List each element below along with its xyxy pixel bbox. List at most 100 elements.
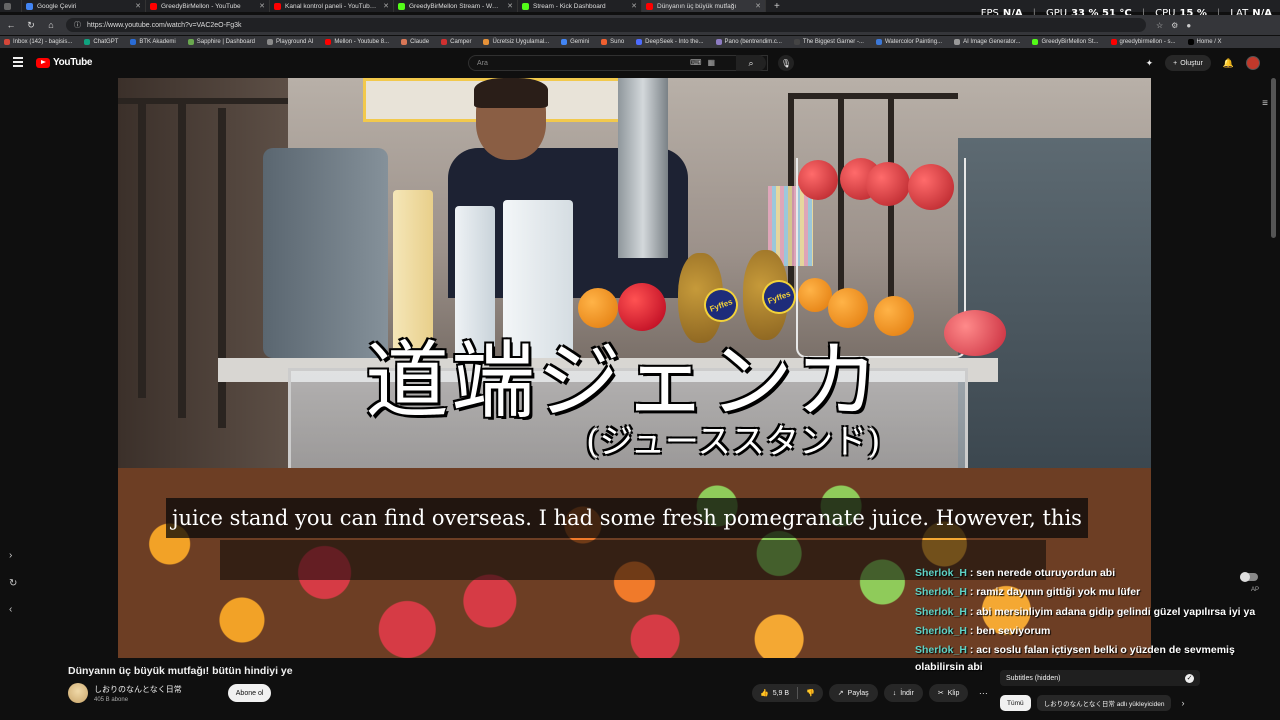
voice-search-button[interactable]: 🎙 <box>778 55 794 71</box>
bookmark-item[interactable]: Mellon - Youtube 8... <box>325 39 389 45</box>
url-text: https://www.youtube.com/watch?v=VAC2eO-F… <box>87 21 242 29</box>
recommendation-chips: Tümü しおりのなんとなく日常 adlı yükleyiciden › <box>1000 695 1184 711</box>
browser-tab[interactable]: Kanal kontrol paneli - YouTube St ✕ <box>270 0 394 12</box>
tab-title: Stream - Kick Dashboard <box>533 2 606 10</box>
account-avatar[interactable] <box>1246 56 1260 70</box>
close-icon[interactable]: ✕ <box>507 2 513 10</box>
site-info-icon[interactable]: ⓘ <box>74 20 81 30</box>
bookmark-item[interactable]: Gemini <box>561 39 589 45</box>
browser-tab[interactable] <box>0 0 22 12</box>
bookmark-label: Claude <box>410 39 430 45</box>
dislike-button[interactable]: 👎 <box>798 689 823 697</box>
bookmark-favicon-icon <box>267 39 274 45</box>
list-menu-icon[interactable]: ≡ <box>1262 98 1268 109</box>
thumbs-up-icon: 👍 <box>760 690 769 697</box>
search-icon: ⌕ <box>748 57 754 68</box>
like-button[interactable]: 👍 5,9 B <box>752 689 797 698</box>
thumbs-down-icon: 👎 <box>806 690 815 697</box>
kick-icon <box>522 2 529 10</box>
extension-icon[interactable]: ✦ <box>1146 58 1154 69</box>
bookmark-item[interactable]: Ücretsiz Uygulamal... <box>483 39 549 45</box>
bookmark-item[interactable]: AI Image Generator... <box>954 39 1020 45</box>
home-icon[interactable]: ⌂ <box>46 20 56 30</box>
chip-label: しおりのなんとなく日常 adlı yükleyiciden <box>1043 701 1165 708</box>
scrollbar[interactable] <box>1271 78 1276 238</box>
close-icon[interactable]: ✕ <box>135 2 141 10</box>
new-tab-button[interactable]: + <box>766 1 788 12</box>
like-count: 5,9 B <box>772 689 790 697</box>
chip-all[interactable]: Tümü <box>1000 695 1031 711</box>
browser-tab[interactable]: GreedyBirMellon Stream - Watch ✕ <box>394 0 518 12</box>
bookmark-favicon-icon <box>1032 39 1039 45</box>
channel-name[interactable]: しおりのなんとなく日常 <box>94 684 182 695</box>
bookmark-item[interactable]: ChatGPT <box>84 39 118 45</box>
bookmark-favicon-icon <box>561 39 568 45</box>
bookmark-item[interactable]: greedybirmellon - s... <box>1110 39 1176 45</box>
bookmark-favicon-icon <box>401 39 408 45</box>
browser-tab[interactable]: GreedyBirMellon - YouTube ✕ <box>146 0 270 12</box>
close-icon[interactable]: ✕ <box>631 2 637 10</box>
profile-icon[interactable]: ● <box>1186 21 1191 30</box>
bookmark-star-icon[interactable]: ☆ <box>1156 21 1163 30</box>
search-button[interactable]: ⌕ <box>736 55 766 71</box>
youtube-logo[interactable]: YouTube <box>36 57 93 68</box>
plus-icon: + <box>1173 59 1178 67</box>
bookmark-item[interactable]: Pano (bentrendim.c... <box>715 39 782 45</box>
refresh-icon[interactable]: ↻ <box>26 20 36 31</box>
browser-tab[interactable]: Stream - Kick Dashboard ✕ <box>518 0 642 12</box>
bookmark-item[interactable]: DeepSeek - Into the... <box>636 39 704 45</box>
chat-username: Sherlok_H <box>915 567 967 579</box>
bookmark-favicon-icon <box>1187 39 1194 45</box>
tab-title: Google Çeviri <box>37 2 77 10</box>
bookmark-item[interactable]: GreedyBirMellon St... <box>1032 39 1099 45</box>
keyboard-icon[interactable]: ⌨ <box>690 58 702 67</box>
bookmark-label: Camper <box>450 39 472 45</box>
bookmark-item[interactable]: Playground AI <box>267 39 313 45</box>
bookmark-item[interactable]: BTK Akademi <box>130 39 176 45</box>
refresh-icon[interactable]: ↻ <box>9 578 17 589</box>
browser-tab-active[interactable]: Dünyanın üç büyük mutfağı ✕ <box>642 0 766 12</box>
youtube-icon <box>150 2 157 10</box>
close-icon[interactable]: ✕ <box>259 2 265 10</box>
create-button[interactable]: + Oluştur <box>1165 55 1211 71</box>
chevron-right-icon[interactable]: › <box>1181 698 1184 708</box>
bookmark-label: Mellon - Youtube 8... <box>334 39 390 45</box>
browser-tab[interactable]: Google Çeviri ✕ <box>22 0 146 12</box>
chevron-right-icon[interactable]: › <box>9 550 12 561</box>
bookmark-label: Suno <box>610 39 625 45</box>
bookmark-item[interactable]: The Biggest Garner -... <box>793 39 864 45</box>
subscribe-button[interactable]: Abone ol <box>227 684 272 702</box>
chat-message: Sherlok_H : abi mersinliyim adana gidip … <box>915 603 1255 622</box>
clip-button[interactable]: ✂ Klip <box>928 684 969 702</box>
url-field[interactable]: ⓘ https://www.youtube.com/watch?v=VAC2eO… <box>66 18 1146 32</box>
close-icon[interactable]: ✕ <box>383 2 389 10</box>
chevron-left-icon[interactable]: ‹ <box>9 604 12 615</box>
bookmark-item[interactable]: Home / X <box>1187 39 1222 45</box>
bookmark-item[interactable]: Suno <box>601 39 624 45</box>
clip-label: Klip <box>947 689 960 697</box>
chip-label: Tümü <box>1007 699 1024 707</box>
bookmark-item[interactable]: Sapphire | Dashboard <box>187 39 255 45</box>
download-button[interactable]: ↓ İndir <box>883 684 923 702</box>
bookmark-item[interactable]: Camper <box>441 39 471 45</box>
bookmarks-bar: Inbox (142) - bagisis... ChatGPT BTK Akade… <box>0 36 1280 48</box>
channel-avatar[interactable] <box>68 683 88 703</box>
bookmark-item[interactable]: Inbox (142) - bagisis... <box>4 39 72 45</box>
youtube-studio-icon <box>274 2 281 10</box>
share-label: Paylaş <box>847 689 869 697</box>
notifications-bell-icon[interactable]: 🔔 <box>1223 58 1234 69</box>
search-input[interactable]: Ara <box>468 55 768 71</box>
bookmark-item[interactable]: Claude <box>401 39 429 45</box>
more-actions-icon[interactable]: ⋯ <box>974 684 992 702</box>
chat-message: Sherlok_H : sen nerede oturuyordun abi <box>915 564 1255 583</box>
subtitles-status[interactable]: Subtitles (hidden) ✓ <box>1000 670 1200 686</box>
bookmark-label: Gemini <box>570 39 590 45</box>
menu-icon[interactable] <box>13 57 23 67</box>
back-icon[interactable]: ← <box>6 20 16 30</box>
chip-from-uploader[interactable]: しおりのなんとなく日常 adlı yükleyiciden <box>1036 695 1172 711</box>
extensions-icon[interactable]: ⚙ <box>1171 21 1178 30</box>
close-icon[interactable]: ✕ <box>755 2 761 10</box>
translate-extension-icon[interactable]: ▦ <box>708 58 716 67</box>
bookmark-item[interactable]: Watercolor Painting... <box>875 39 942 45</box>
share-button[interactable]: ↗ Paylaş <box>828 684 878 702</box>
